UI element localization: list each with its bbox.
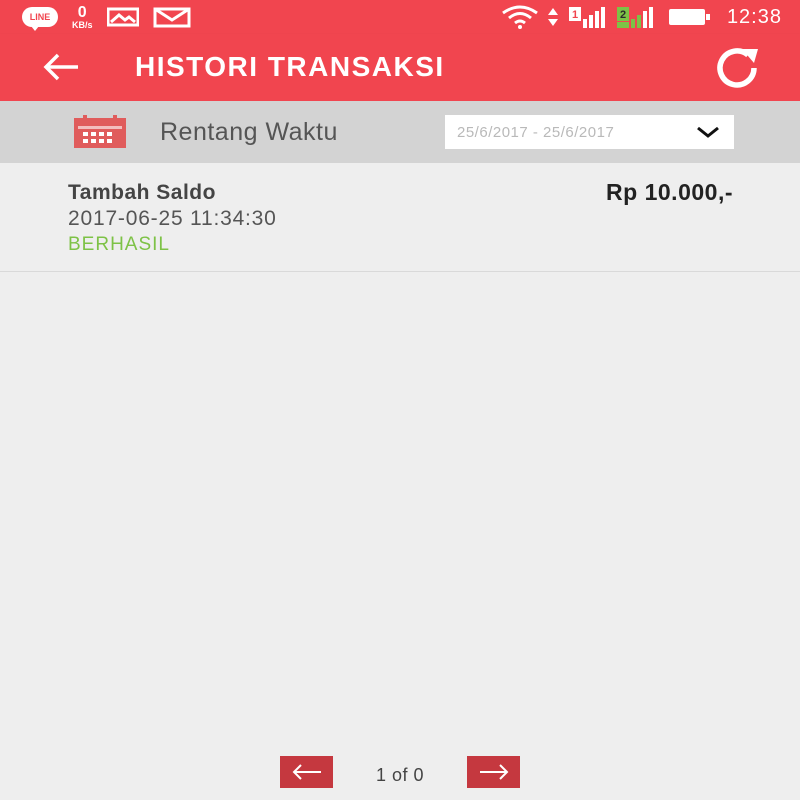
signal-sim1-icon: 1 xyxy=(568,7,605,28)
previous-page-button[interactable] xyxy=(280,756,333,788)
date-range-select[interactable]: 25/6/2017 - 25/6/2017 xyxy=(445,115,734,149)
sim2-label: 2 xyxy=(620,9,626,21)
image-notification-icon xyxy=(106,7,139,27)
back-button[interactable] xyxy=(38,47,82,87)
transaction-amount: Rp 10.000,- xyxy=(606,179,733,205)
signal-sim2-icon: 2 xyxy=(616,7,653,28)
refresh-button[interactable] xyxy=(710,46,764,90)
battery-icon xyxy=(668,9,710,25)
wifi-icon xyxy=(502,5,538,29)
page-indicator: 1 of 0 xyxy=(375,765,425,785)
status-clock: 12:38 xyxy=(726,5,782,28)
date-range-label: Rentang Waktu xyxy=(160,118,338,146)
line-badge-text: LINE xyxy=(29,12,51,22)
calendar-icon xyxy=(74,115,126,148)
arrow-left-icon xyxy=(43,53,78,81)
network-speed-unit: KB/s xyxy=(72,19,93,30)
app-bar: HISTORI TRANSAKSI xyxy=(0,34,800,101)
arrow-right-icon xyxy=(479,764,508,780)
date-filter-bar: Rentang Waktu 25/6/2017 - 25/6/2017 xyxy=(0,101,800,163)
arrow-left-icon xyxy=(292,764,321,780)
status-bar-left: LINE 0 KB/s xyxy=(22,3,191,31)
chevron-down-icon xyxy=(697,126,719,138)
transaction-item[interactable]: Tambah Saldo 2017-06-25 11:34:30 BERHASI… xyxy=(0,163,800,272)
data-arrows-icon xyxy=(547,8,558,26)
refresh-icon xyxy=(717,48,758,88)
mail-notification-icon xyxy=(153,7,191,28)
next-page-button[interactable] xyxy=(467,756,520,788)
network-speed: 0 KB/s xyxy=(72,3,93,30)
transaction-datetime: 2017-06-25 11:34:30 xyxy=(68,207,277,230)
line-icon: LINE xyxy=(22,7,58,31)
date-range-value: 25/6/2017 - 25/6/2017 xyxy=(457,124,615,141)
transaction-status: BERHASIL xyxy=(68,234,170,255)
network-speed-value: 0 xyxy=(77,3,87,21)
status-bar: LINE 0 KB/s 1 2 12:38 xyxy=(0,0,800,34)
transaction-type: Tambah Saldo xyxy=(68,181,216,204)
status-bar-right: 1 2 12:38 xyxy=(501,3,782,31)
pagination: 1 of 0 xyxy=(0,756,800,788)
page-title: HISTORI TRANSAKSI xyxy=(135,51,445,82)
sim1-label: 1 xyxy=(572,9,578,21)
